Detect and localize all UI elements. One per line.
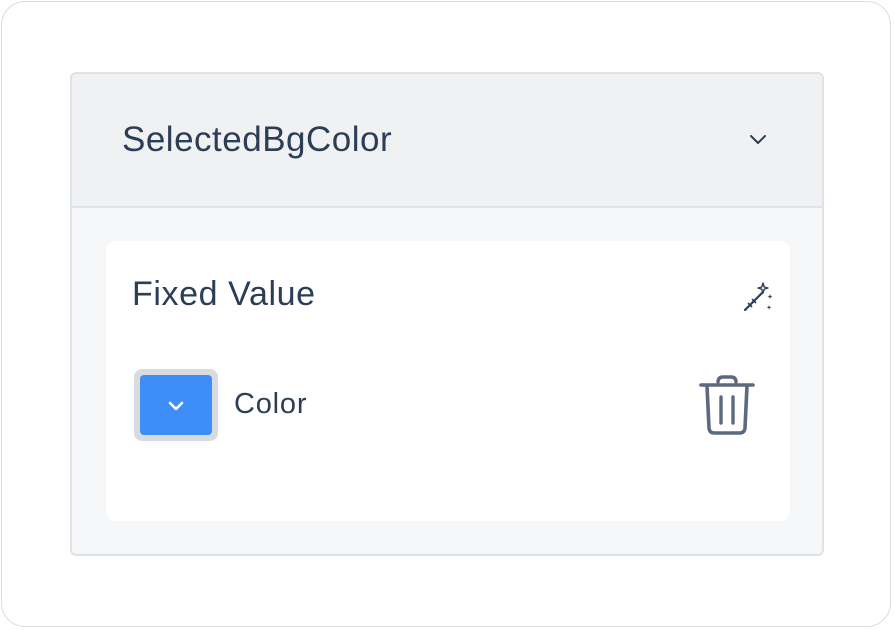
outer-frame: SelectedBgColor Fixed Value Color xyxy=(1,1,891,627)
fixed-value-label: Fixed Value xyxy=(132,275,316,313)
trash-icon[interactable] xyxy=(698,373,756,437)
panel-title: SelectedBgColor xyxy=(122,120,393,159)
fixed-value-card: Fixed Value Color xyxy=(106,241,790,521)
swatch-chevron-down-icon xyxy=(164,393,188,417)
panel-header[interactable]: SelectedBgColor xyxy=(72,74,822,208)
magic-wand-icon[interactable] xyxy=(740,281,774,315)
property-panel: SelectedBgColor Fixed Value Color xyxy=(70,72,824,556)
color-swatch-button[interactable] xyxy=(134,369,218,441)
color-swatch xyxy=(140,375,212,435)
color-label: Color xyxy=(234,388,308,420)
chevron-down-icon[interactable] xyxy=(746,128,770,152)
